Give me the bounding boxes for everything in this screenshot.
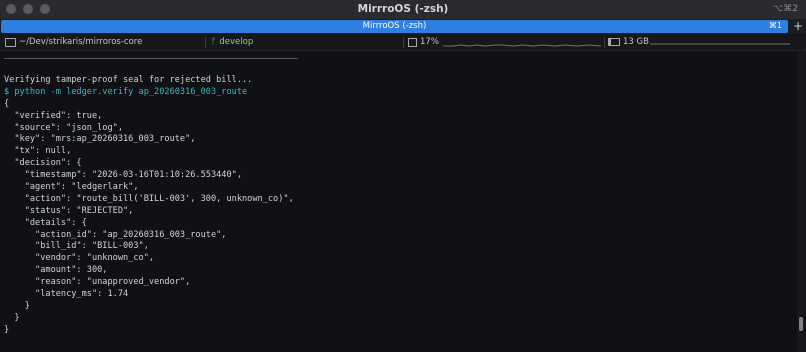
output-line: {: [4, 98, 10, 109]
output-line: "action": "route_bill('BILL-003', 300, u…: [4, 193, 294, 204]
output-line: "tx": null,: [4, 146, 72, 157]
path-segment[interactable]: ~/Dev/strikaris/mirroros-core: [5, 37, 142, 47]
git-branch: develop: [219, 37, 254, 47]
output-line: "latency_ms": 1.74: [4, 289, 129, 300]
memory-icon: [608, 38, 620, 46]
status-divider: [604, 37, 605, 48]
tab-active[interactable]: MirrroOS (-zsh) ⌘1: [1, 20, 788, 33]
window-title: MirrroOS (-zsh): [357, 3, 449, 15]
folder-icon: [5, 37, 16, 47]
output-line: }: [4, 300, 30, 311]
memory-segment: 13 GB: [608, 37, 649, 47]
scrollbar-thumb[interactable]: [799, 317, 803, 331]
branch-icon: ᚠ: [211, 37, 217, 47]
cpu-sparkline: [443, 44, 601, 47]
output-line: "vendor": "unknown_co",: [4, 253, 155, 264]
output-line: "action_id": "ap_20260316_003_route",: [4, 229, 227, 240]
title-bar: MirrroOS (-zsh) ⌥⌘2: [0, 0, 806, 20]
tab-bar: MirrroOS (-zsh) ⌘1 +: [0, 19, 806, 34]
output-line: "timestamp": "2026-03-16T01:10:26.553440…: [4, 170, 242, 181]
output-line: "agent": "ledgerlark",: [4, 182, 139, 193]
output-line: "bill_id": "BILL-003",: [4, 241, 149, 252]
memory-usage: 13 GB: [623, 37, 649, 47]
branch-segment[interactable]: ᚠ develop: [211, 37, 253, 47]
status-divider: [403, 37, 404, 48]
status-divider: [205, 37, 206, 48]
output-line: Verifying tamper-proof seal for rejected…: [4, 75, 253, 85]
output-line: "source": "json_log",: [4, 122, 123, 133]
scrollbar[interactable]: [797, 51, 805, 352]
current-path: ~/Dev/strikaris/mirroros-core: [19, 37, 143, 47]
new-tab-button[interactable]: +: [791, 20, 805, 33]
cpu-usage: 17%: [420, 37, 439, 47]
tab-shortcut: ⌘1: [768, 21, 782, 30]
output-line: "status": "REJECTED",: [4, 205, 134, 216]
output-line: "verified": true,: [4, 110, 103, 121]
memory-sparkline: [650, 43, 790, 45]
section-divider: [4, 58, 298, 59]
command-line: $ python -m ledger.verify ap_20260316_00…: [4, 86, 248, 97]
output-line: "decision": {: [4, 158, 82, 169]
output-line: "key": "mrs:ap_20260316_003_route",: [4, 134, 196, 145]
terminal-output[interactable]: Verifying tamper-proof seal for rejected…: [4, 75, 789, 337]
output-line: "amount": 300,: [4, 265, 108, 276]
status-bar: ~/Dev/strikaris/mirroros-core ᚠ develop …: [0, 35, 806, 51]
cpu-segment: 17%: [408, 37, 439, 47]
output-line: }: [4, 312, 20, 323]
output-line: "details": {: [4, 217, 87, 228]
output-line: "reason": "unapproved_vendor",: [4, 277, 191, 288]
window-shortcut: ⌥⌘2: [772, 4, 798, 14]
cpu-icon: [408, 37, 417, 47]
tab-title: MirrroOS (-zsh): [362, 21, 427, 31]
output-line: }: [4, 324, 10, 335]
